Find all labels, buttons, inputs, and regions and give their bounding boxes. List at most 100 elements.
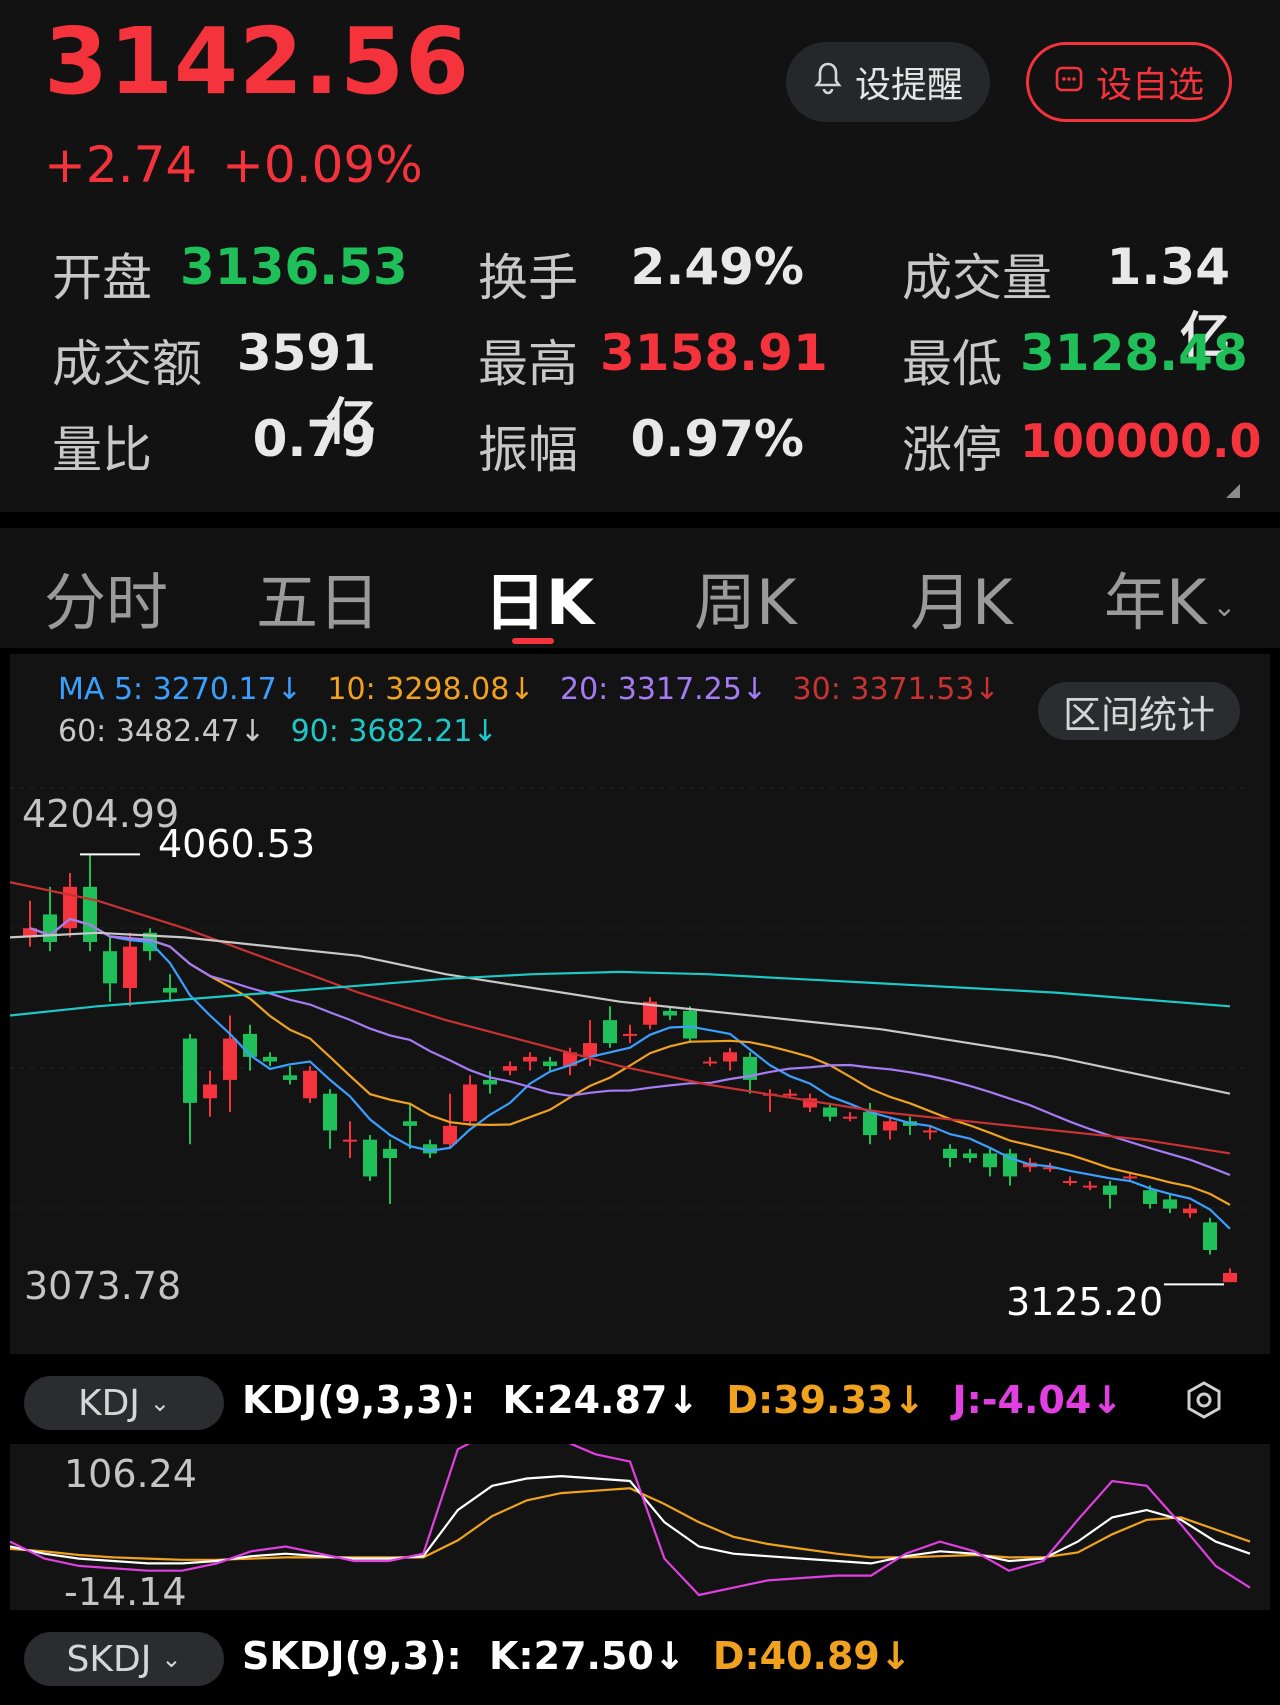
kdj-selector[interactable]: KDJ ⌄	[24, 1376, 224, 1430]
candle	[1223, 1272, 1237, 1283]
kdj-axis-top-label: 106.24	[64, 1452, 197, 1496]
min-price-annotation: 3125.20	[1006, 1280, 1164, 1324]
ma-legend-row2: 60: 3482.47↓ 90: 3682.21↓	[58, 714, 498, 749]
candle	[683, 1010, 697, 1039]
skdj-values: SKDJ(9,3): K:27.50↓ D:40.89↓	[242, 1634, 912, 1678]
open-value: 3136.53	[180, 238, 408, 296]
candle	[663, 1010, 677, 1016]
chevron-down-icon: ⌄	[161, 1645, 182, 1673]
candle	[483, 1079, 497, 1085]
ma90-value: 90: 3682.21↓	[290, 714, 498, 749]
kdj-title: KDJ(9,3,3):	[242, 1378, 476, 1422]
candle	[1143, 1190, 1157, 1205]
tab-intraday[interactable]: 分时	[44, 552, 168, 642]
price-change: +2.74	[44, 136, 198, 194]
skdj-selector[interactable]: SKDJ ⌄	[24, 1632, 224, 1686]
amplitude-label: 振幅	[478, 421, 578, 479]
tab-monthly-k[interactable]: 月K	[910, 552, 1013, 642]
expand-corner-icon[interactable]	[1226, 484, 1240, 498]
kdj-values: KDJ(9,3,3): K:24.87↓ D:39.33↓ J:-4.04↓	[242, 1378, 1123, 1422]
bell-icon	[813, 61, 843, 104]
tab-five-day[interactable]: 五日	[256, 552, 380, 642]
candle	[343, 1139, 357, 1142]
high-value: 3158.91	[600, 324, 828, 382]
set-alert-label: 设提醒	[854, 65, 963, 106]
volume-ratio-label: 量比	[52, 421, 152, 479]
candle	[963, 1153, 977, 1159]
chevron-down-icon: ⌄	[149, 1389, 171, 1417]
candle	[263, 1056, 277, 1062]
kdj-chart[interactable]	[10, 1444, 1270, 1610]
low-value: 3128.48	[1020, 324, 1248, 382]
volume-label: 成交量	[902, 249, 1052, 307]
ma90-line	[10, 970, 1231, 1017]
candle	[103, 951, 117, 984]
candle	[1163, 1199, 1177, 1209]
last-price: 3142.56	[44, 8, 471, 115]
candle	[223, 1038, 237, 1080]
candle	[723, 1052, 737, 1062]
candle	[123, 946, 137, 988]
skdj-selector-label: SKDJ	[66, 1638, 152, 1680]
volume-ratio-value: 0.79	[252, 410, 376, 468]
candle	[463, 1084, 477, 1122]
quote-panel: 3142.56 +2.74 +0.09% 设提醒 设自选 开盘 3136.53 …	[0, 0, 1280, 512]
low-label: 最低	[902, 335, 1002, 393]
candle	[363, 1139, 377, 1177]
candle	[43, 914, 57, 942]
candle	[943, 1148, 957, 1159]
add-watchlist-label: 设自选	[1095, 65, 1204, 106]
candle	[383, 1148, 397, 1159]
candle	[1083, 1185, 1097, 1188]
limit-up-value: 100000.0	[1020, 414, 1262, 468]
candle	[1123, 1176, 1137, 1179]
amplitude-value: 0.97%	[630, 410, 804, 468]
kdj-k: K:24.87↓	[502, 1378, 700, 1422]
candle	[303, 1070, 317, 1099]
tab-daily-k[interactable]: 日K	[484, 552, 594, 642]
candle	[983, 1153, 997, 1168]
candle	[183, 1038, 197, 1103]
tab-weekly-k[interactable]: 周K	[694, 552, 797, 642]
add-watchlist-button[interactable]: 设自选	[1026, 42, 1232, 122]
settings-icon[interactable]	[1184, 1380, 1224, 1420]
candle	[543, 1061, 557, 1067]
ma30-value: 30: 3371.53↓	[792, 672, 1000, 707]
candle	[623, 1033, 637, 1036]
candle	[783, 1093, 797, 1096]
range-stats-button[interactable]: 区间统计	[1038, 682, 1240, 740]
candle	[1183, 1208, 1197, 1214]
y-axis-top-label: 4204.99	[22, 792, 180, 836]
limit-up-label: 涨停	[902, 421, 1002, 479]
candle	[923, 1130, 937, 1133]
set-alert-button[interactable]: 设提醒	[786, 42, 990, 122]
open-label: 开盘	[52, 249, 152, 307]
kdj-selector-label: KDJ	[77, 1382, 140, 1424]
kdj-axis-bottom-label: -14.14	[64, 1570, 187, 1614]
candle	[863, 1112, 877, 1136]
candle	[503, 1066, 517, 1071]
kdj-d: D:39.33↓	[726, 1378, 926, 1422]
ma60-value: 60: 3482.47↓	[58, 714, 266, 749]
ma10-line	[29, 917, 1231, 1206]
candle	[403, 1121, 417, 1126]
tab-yearly-k[interactable]: 年K ⌄	[1104, 552, 1236, 642]
tab-yearly-k-label: 年K	[1104, 566, 1207, 639]
candle	[1063, 1181, 1077, 1184]
ma-legend-row1: MA 5: 3270.17↓ 10: 3298.08↓ 20: 3317.25↓…	[58, 672, 1000, 707]
candle	[843, 1116, 857, 1119]
chevron-down-icon: ⌄	[1212, 590, 1237, 624]
active-tab-indicator	[512, 638, 554, 644]
candle	[243, 1033, 257, 1057]
skdj-title: SKDJ(9,3):	[242, 1634, 462, 1678]
candle	[163, 987, 177, 993]
skdj-k: K:27.50↓	[488, 1634, 686, 1678]
turnover-value: 2.49%	[630, 238, 804, 296]
candle	[203, 1084, 217, 1099]
candle	[443, 1125, 457, 1145]
ma5-value: MA 5: 3270.17↓	[58, 672, 302, 707]
watchlist-icon	[1054, 62, 1084, 103]
skdj-d: D:40.89↓	[712, 1634, 912, 1678]
y-axis-bottom-label: 3073.78	[24, 1264, 182, 1308]
candle	[1203, 1222, 1217, 1250]
